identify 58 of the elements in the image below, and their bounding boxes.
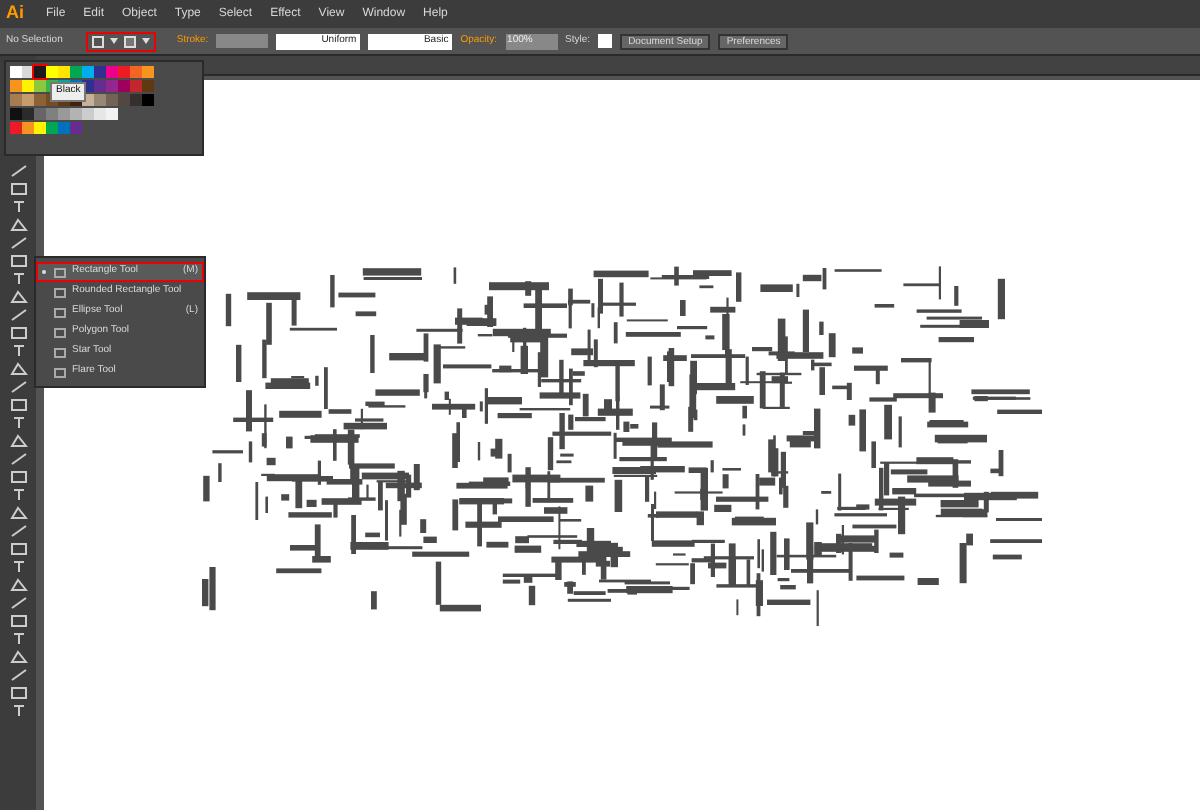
fill-swatch-icon[interactable] — [92, 35, 105, 47]
color-swatch[interactable] — [70, 66, 82, 78]
tool-icon[interactable] — [9, 560, 27, 574]
tool-icon[interactable] — [9, 416, 27, 430]
color-swatch[interactable] — [118, 94, 130, 106]
color-swatch[interactable] — [94, 108, 106, 120]
color-swatch[interactable] — [142, 94, 154, 106]
color-swatch[interactable] — [22, 94, 34, 106]
color-swatch[interactable] — [46, 108, 58, 120]
tool-icon[interactable] — [9, 344, 27, 358]
color-swatch[interactable] — [82, 108, 94, 120]
app-logo: Ai — [6, 0, 24, 27]
stroke-weight-field[interactable] — [216, 34, 269, 48]
color-swatch[interactable] — [82, 66, 94, 78]
color-swatch[interactable] — [34, 94, 46, 106]
tool-icon[interactable] — [9, 704, 27, 718]
color-swatch[interactable] — [118, 66, 130, 78]
color-swatch[interactable] — [58, 122, 70, 134]
caret-icon[interactable] — [142, 38, 151, 44]
color-swatch[interactable] — [22, 80, 34, 92]
caret-icon[interactable] — [110, 38, 119, 44]
color-swatch[interactable] — [130, 80, 142, 92]
color-swatch[interactable] — [10, 108, 22, 120]
color-swatch[interactable] — [130, 66, 142, 78]
color-swatch[interactable] — [58, 66, 70, 78]
color-swatch[interactable] — [106, 108, 118, 120]
color-swatch[interactable] — [142, 66, 154, 78]
color-swatch[interactable] — [34, 66, 46, 78]
color-swatch[interactable] — [118, 80, 130, 92]
color-swatch[interactable] — [10, 94, 22, 106]
tool-icon[interactable] — [9, 632, 27, 646]
color-swatch[interactable] — [106, 94, 118, 106]
color-swatch[interactable] — [46, 122, 58, 134]
color-swatch[interactable] — [22, 108, 34, 120]
tool-icon[interactable] — [9, 272, 27, 286]
color-swatch[interactable] — [94, 66, 106, 78]
color-swatch[interactable] — [142, 80, 154, 92]
color-swatch[interactable] — [34, 108, 46, 120]
tool-icon[interactable] — [9, 488, 27, 502]
color-swatch[interactable] — [10, 80, 22, 92]
color-swatch[interactable] — [106, 80, 118, 92]
color-swatch[interactable] — [130, 94, 142, 106]
color-swatch[interactable] — [34, 122, 46, 134]
color-swatch[interactable] — [94, 94, 106, 106]
color-swatch[interactable] — [10, 122, 22, 134]
color-swatch[interactable] — [46, 66, 58, 78]
color-swatch[interactable] — [70, 108, 82, 120]
color-swatch[interactable] — [10, 66, 22, 78]
color-swatch[interactable] — [58, 108, 70, 120]
color-swatch[interactable] — [106, 66, 118, 78]
fill-stroke-controls[interactable] — [86, 31, 157, 51]
stroke-swatch-icon[interactable] — [124, 35, 137, 47]
color-swatch[interactable] — [70, 122, 82, 134]
color-swatch[interactable] — [94, 80, 106, 92]
tool-icon[interactable] — [9, 200, 27, 214]
color-swatch[interactable] — [34, 80, 46, 92]
color-swatch[interactable] — [22, 122, 34, 134]
style-swatch[interactable] — [598, 34, 613, 48]
